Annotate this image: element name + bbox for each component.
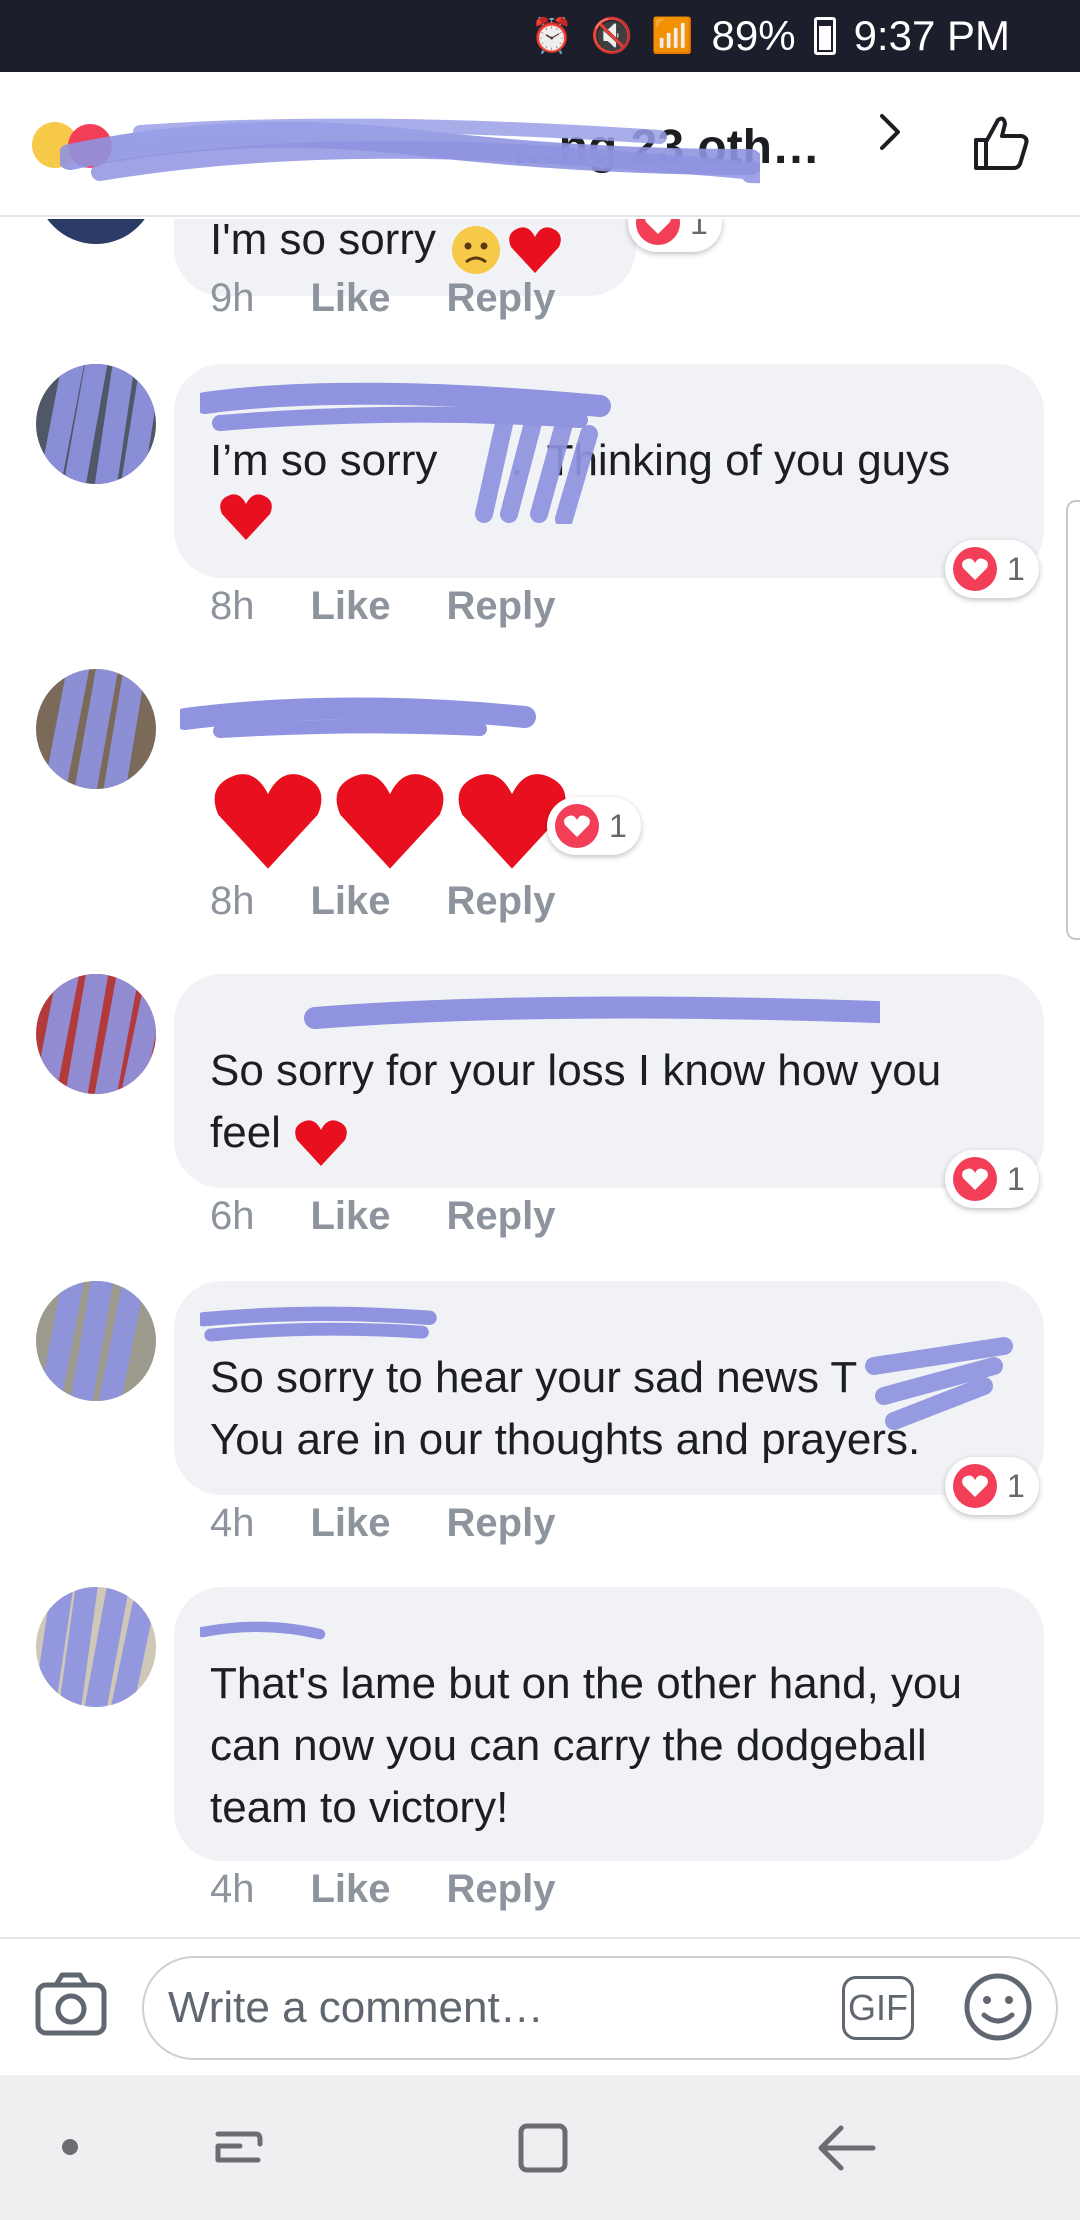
like-button[interactable]: Like: [311, 584, 391, 629]
name-redaction-scribble: [174, 697, 536, 738]
heart-reaction-icon: [953, 1464, 997, 1508]
name-redaction-scribble: [200, 1621, 326, 1640]
reaction-count-pill[interactable]: 1: [945, 1150, 1039, 1208]
avatar[interactable]: [36, 974, 156, 1094]
gif-button[interactable]: GIF: [842, 1976, 914, 2040]
like-button[interactable]: Like: [311, 879, 391, 924]
comment-author[interactable]: [174, 689, 540, 749]
heart-reaction-icon: [555, 804, 599, 848]
chevron-right-icon[interactable]: [870, 112, 910, 152]
comment-time: 4h: [210, 1867, 255, 1911]
comment-bubble[interactable]: I’m so sorry . Thinking of you guys: [174, 364, 1044, 578]
status-bar: ⏰ 🔇 📶 89% 9:37 PM: [0, 0, 1080, 72]
comment-actions: 8h Like Reply: [210, 584, 555, 629]
avatar-redaction-scribble: [36, 1587, 154, 1707]
worried-face-icon: [452, 225, 501, 274]
avatar-redaction-scribble: [43, 669, 144, 789]
reaction-count: 1: [1007, 550, 1025, 587]
emoji-hearts: [210, 769, 570, 873]
name-redaction-scribble: [304, 996, 880, 1029]
reaction-count: 1: [609, 807, 627, 844]
reply-button[interactable]: Reply: [447, 276, 556, 321]
comment-composer: Write a comment… GIF: [0, 1937, 1080, 2075]
redaction-scribble: [60, 118, 760, 184]
heart-reaction-icon: [953, 547, 997, 591]
comment-time: 8h: [210, 879, 255, 923]
comment-bubble[interactable]: So sorry to hear your sad news T You are…: [174, 1281, 1044, 1495]
avatar[interactable]: [36, 1281, 156, 1401]
heart-reaction-icon: [953, 1157, 997, 1201]
comment-bubble[interactable]: So sorry for your loss I know how you fe…: [174, 974, 1044, 1188]
like-button[interactable]: Like: [311, 276, 391, 321]
home-icon[interactable]: [515, 2120, 571, 2176]
reply-button[interactable]: Reply: [447, 879, 556, 924]
reply-button[interactable]: Reply: [447, 1194, 556, 1239]
text-redaction-scribble: [475, 410, 598, 524]
system-nav-bar: [0, 2075, 1080, 2220]
comment-text: That's lame but on the other hand, you c…: [210, 1659, 975, 1832]
comment-actions: 9h Like Reply: [210, 276, 555, 321]
reaction-count-pill[interactable]: 1: [945, 1457, 1039, 1515]
alarm-icon: ⏰: [530, 17, 573, 55]
comment-actions: 4h Like Reply: [210, 1867, 555, 1912]
comment-time: 4h: [210, 1501, 255, 1545]
comment-author[interactable]: [200, 1607, 1008, 1653]
reaction-count-pill[interactable]: 1: [945, 540, 1039, 598]
comment-text: So sorry to hear your sad news T You are…: [210, 1353, 921, 1464]
name-redaction-scribble: [200, 1306, 437, 1342]
comment-time: 9h: [210, 276, 255, 320]
reactions-header[interactable]: …ng 23 oth…: [0, 72, 1080, 217]
like-button[interactable]: Like: [311, 1194, 391, 1239]
thumbs-up-icon[interactable]: [970, 112, 1032, 174]
battery-percent: 89%: [711, 12, 796, 59]
avatar-redaction-scribble: [38, 364, 156, 484]
comment-bubble[interactable]: That's lame but on the other hand, you c…: [174, 1587, 1044, 1861]
like-button[interactable]: Like: [311, 1867, 391, 1912]
comment-author[interactable]: [200, 382, 1008, 431]
reaction-count: 1: [690, 219, 708, 241]
reaction-count: 1: [1007, 1160, 1025, 1197]
comment-list[interactable]: I'm so sorry 1 9h Like Reply I’m so sorr…: [0, 219, 1080, 1937]
reaction-count-pill[interactable]: 1: [547, 797, 641, 855]
reaction-count-pill[interactable]: 1: [628, 219, 722, 252]
comment-input[interactable]: Write a comment…: [142, 1956, 1058, 2060]
comment-actions: 6h Like Reply: [210, 1194, 555, 1239]
comment-time: 8h: [210, 584, 255, 628]
back-icon[interactable]: [815, 2120, 879, 2176]
camera-icon[interactable]: [34, 1969, 108, 2039]
red-heart-icon: [336, 774, 444, 869]
battery-icon: [813, 17, 836, 55]
avatar[interactable]: [36, 219, 156, 244]
reply-button[interactable]: Reply: [447, 1501, 556, 1546]
comment-time: 6h: [210, 1194, 255, 1238]
comment-text: I'm so sorry: [210, 219, 436, 264]
text-redaction-scribble: [865, 1337, 1013, 1430]
avatar-redaction-scribble: [38, 1281, 144, 1401]
avatar-redaction-scribble: [36, 974, 156, 1094]
red-heart-icon: [220, 494, 272, 540]
like-button[interactable]: Like: [311, 1501, 391, 1546]
red-heart-icon: [295, 1120, 348, 1166]
reply-button[interactable]: Reply: [447, 584, 556, 629]
red-heart-icon: [509, 227, 561, 273]
scrollbar[interactable]: [1066, 500, 1080, 940]
comment-actions: 4h Like Reply: [210, 1501, 555, 1546]
wifi-icon: 📶: [651, 17, 694, 55]
reply-button[interactable]: Reply: [447, 1867, 556, 1912]
avatar[interactable]: [36, 669, 156, 789]
recent-apps-icon[interactable]: [210, 2120, 266, 2176]
comment-actions: 8h Like Reply: [210, 879, 555, 924]
comment-author[interactable]: [210, 994, 1008, 1040]
nav-dot-icon[interactable]: [62, 2139, 78, 2155]
avatar[interactable]: [36, 1587, 156, 1707]
emoji-icon[interactable]: [962, 1971, 1034, 2043]
reaction-count: 1: [1007, 1467, 1025, 1504]
mute-icon: 🔇: [590, 17, 634, 55]
heart-reaction-icon: [636, 219, 680, 245]
clock: 9:37 PM: [853, 12, 1010, 59]
avatar[interactable]: [36, 364, 156, 484]
red-heart-icon: [214, 774, 322, 869]
